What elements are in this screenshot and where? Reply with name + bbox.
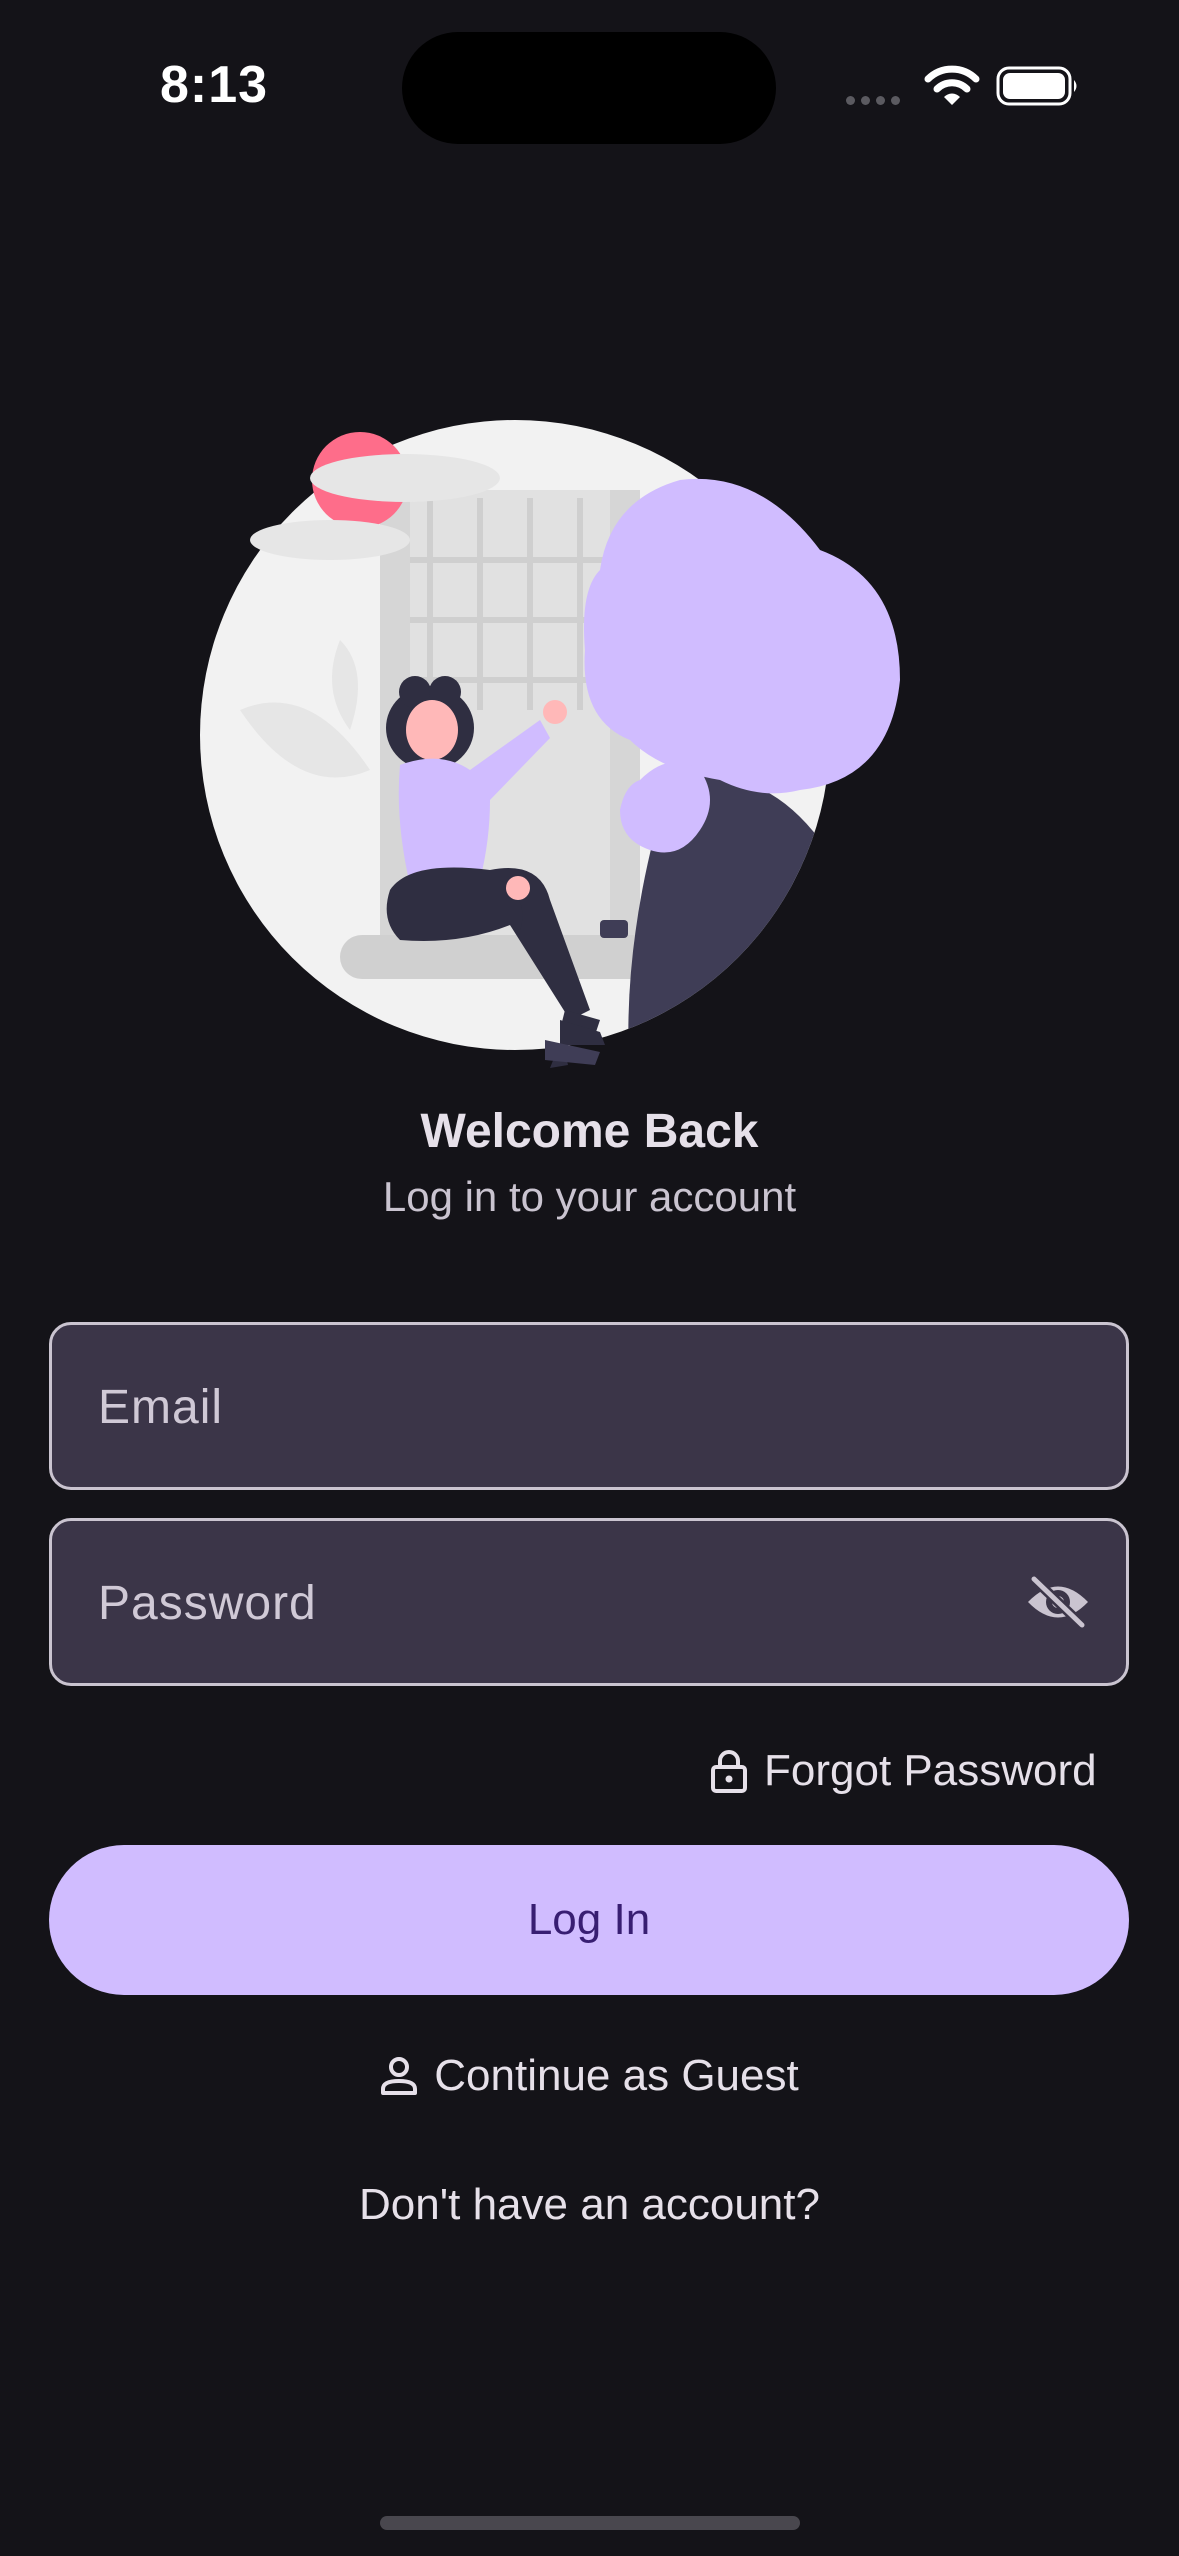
forgot-password-link[interactable]: Forgot Password <box>710 1741 1097 1801</box>
password-input[interactable] <box>96 1521 980 1685</box>
signup-link[interactable]: Don't have an account? <box>359 2180 820 2229</box>
status-time: 8:13 <box>160 56 269 114</box>
continue-as-guest-label: Continue as Guest <box>434 2051 799 2100</box>
welcome-title: Welcome Back <box>420 1105 759 1158</box>
battery-icon <box>996 66 1077 106</box>
person-at-window-illustration <box>200 420 900 1068</box>
person-icon <box>381 2057 418 2095</box>
home-indicator[interactable] <box>380 2516 800 2530</box>
cellular-signal-icon <box>846 96 900 105</box>
lock-icon <box>711 1750 747 1793</box>
welcome-subtitle: Log in to your account <box>382 1173 797 1220</box>
forgot-password-label: Forgot Password <box>764 1746 1097 1795</box>
eye-off-icon[interactable] <box>1024 1573 1092 1631</box>
login-button[interactable]: Log In <box>49 1845 1129 1995</box>
continue-as-guest-button[interactable]: Continue as Guest <box>380 2051 799 2101</box>
email-field[interactable] <box>49 1322 1129 1490</box>
signup-row: Don't have an account? <box>0 2180 1179 2230</box>
wifi-icon <box>924 65 980 105</box>
password-field[interactable] <box>49 1518 1129 1686</box>
status-bar: 8:13 <box>0 0 1179 180</box>
email-input[interactable] <box>96 1325 980 1489</box>
dynamic-island <box>402 32 776 144</box>
guest-row: Continue as Guest <box>0 2046 1179 2106</box>
